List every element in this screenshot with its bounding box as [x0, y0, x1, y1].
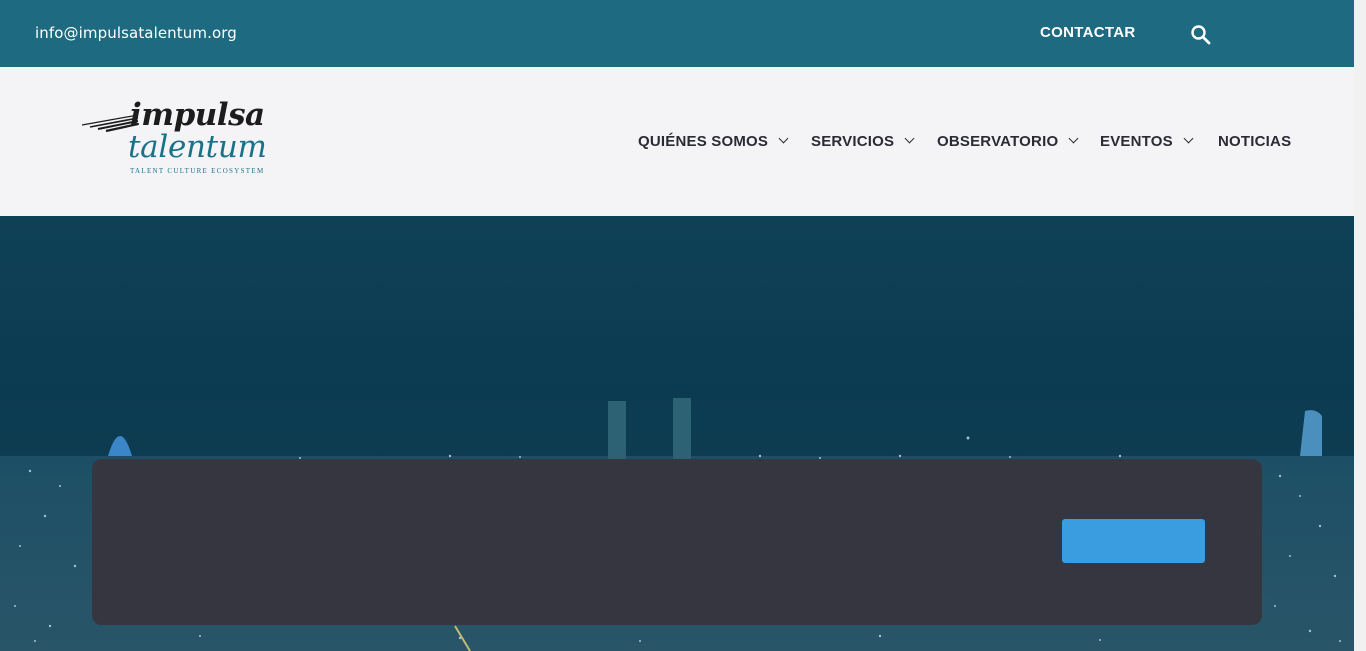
- chevron-down-icon: [1183, 133, 1194, 144]
- logo-tagline: TALENT CULTURE ECOSYSTEM: [130, 167, 265, 175]
- nav-item-label: QUIÉNES SOMOS: [638, 133, 769, 150]
- contact-link[interactable]: CONTACTAR: [1040, 24, 1135, 41]
- logo-word-talentum: talentum: [128, 129, 267, 165]
- nav-item-eventos[interactable]: EVENTOS: [1100, 133, 1194, 150]
- nav-item-label: OBSERVATORIO: [937, 133, 1059, 150]
- page: info@impulsatalentum.org CONTACTAR impul…: [0, 0, 1366, 651]
- chevron-down-icon: [1068, 133, 1079, 144]
- top-bar: info@impulsatalentum.org CONTACTAR: [0, 0, 1354, 67]
- email-link[interactable]: info@impulsatalentum.org: [35, 24, 237, 42]
- site-header: impulsa talentum TALENT CULTURE ECOSYSTE…: [0, 67, 1354, 216]
- search-icon[interactable]: [1190, 24, 1212, 46]
- nav-item-quienes-somos[interactable]: QUIÉNES SOMOS: [638, 133, 789, 150]
- nav-item-label: NOTICIAS: [1218, 133, 1292, 150]
- chevron-down-icon: [904, 133, 915, 144]
- banner-button[interactable]: [1062, 519, 1205, 563]
- logo-word-impulsa: impulsa: [130, 97, 265, 133]
- page-scrollbar[interactable]: [1354, 0, 1366, 651]
- nav-item-label: EVENTOS: [1100, 133, 1173, 150]
- nav-item-label: SERVICIOS: [811, 133, 895, 150]
- site-logo[interactable]: impulsa talentum TALENT CULTURE ECOSYSTE…: [80, 97, 295, 181]
- nav-item-servicios[interactable]: SERVICIOS: [811, 133, 915, 150]
- chevron-down-icon: [778, 133, 789, 144]
- nav-item-noticias[interactable]: NOTICIAS: [1218, 133, 1291, 150]
- nav-item-observatorio[interactable]: OBSERVATORIO: [937, 133, 1079, 150]
